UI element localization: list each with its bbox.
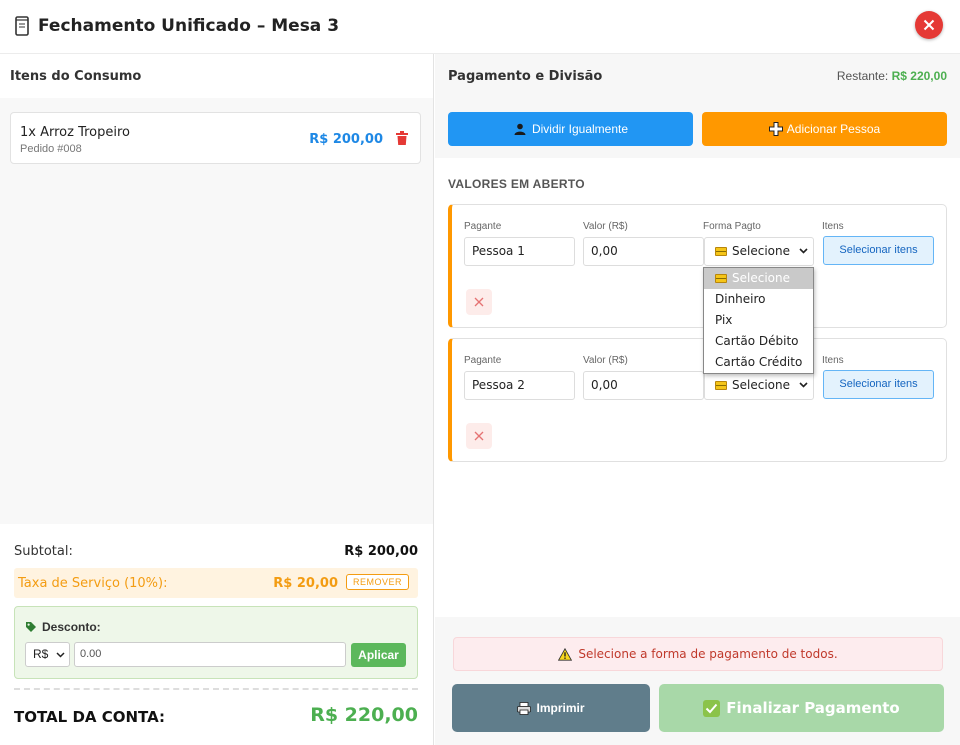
split-equally-button[interactable]: Dividir Igualmente bbox=[448, 112, 693, 146]
remove-payer-button[interactable] bbox=[466, 289, 492, 315]
bill-summary: Subtotal: R$ 200,00 Taxa de Serviço (10%… bbox=[0, 524, 433, 745]
check-icon bbox=[703, 699, 721, 717]
items-panel: Itens do Consumo 1x Arroz Tropeiro Pedid… bbox=[0, 54, 434, 745]
print-button[interactable]: Imprimir bbox=[452, 684, 650, 732]
tag-icon bbox=[26, 622, 36, 632]
split-equally-label: Dividir Igualmente bbox=[531, 122, 629, 136]
finalize-payment-label: Finalizar Pagamento bbox=[726, 699, 900, 717]
chevron-down-icon bbox=[799, 248, 808, 254]
payment-method-dropdown: Selecione Dinheiro Pix Cartão Débito Car… bbox=[703, 267, 814, 374]
dropdown-option-selecione[interactable]: Selecione bbox=[704, 268, 813, 289]
value-label: Valor (R$) bbox=[583, 355, 628, 366]
users-icon bbox=[514, 123, 526, 135]
printer-icon bbox=[517, 701, 532, 715]
payer-value-input[interactable]: 0,00 bbox=[583, 237, 704, 266]
remove-payer-button[interactable] bbox=[466, 423, 492, 449]
list-item: 1x Arroz Tropeiro Pedido #008 R$ 200,00 bbox=[10, 112, 421, 164]
remaining-amount: Restante: R$ 220,00 bbox=[837, 69, 947, 83]
credit-card-icon bbox=[715, 381, 727, 390]
dropdown-option-dinheiro[interactable]: Dinheiro bbox=[704, 289, 813, 310]
close-button[interactable] bbox=[915, 11, 943, 39]
method-label: Forma Pagto bbox=[703, 221, 761, 232]
item-name: 1x Arroz Tropeiro bbox=[20, 125, 130, 140]
subtotal-value: R$ 200,00 bbox=[344, 544, 418, 559]
payment-method-select[interactable]: Selecione bbox=[704, 371, 814, 400]
payer-label: Pagante bbox=[464, 221, 502, 232]
remaining-label: Restante: bbox=[836, 69, 889, 83]
payment-panel: Pagamento e Divisão Restante: R$ 220,00 … bbox=[435, 54, 960, 745]
document-icon bbox=[15, 16, 29, 36]
total-label: TOTAL DA CONTA: bbox=[14, 708, 165, 726]
item-order: Pedido #008 bbox=[20, 143, 82, 155]
discount-title-text: Desconto: bbox=[42, 620, 101, 634]
close-icon bbox=[923, 19, 935, 31]
payer-label: Pagante bbox=[464, 355, 502, 366]
items-label: Itens bbox=[822, 221, 844, 232]
service-fee-label: Taxa de Serviço (10%): bbox=[18, 576, 168, 591]
add-person-label: Adicionar Pessoa bbox=[786, 122, 881, 136]
finalize-payment-button[interactable]: Finalizar Pagamento bbox=[659, 684, 944, 732]
service-fee-value: R$ 20,00 bbox=[273, 576, 338, 591]
warning-text: Selecione a forma de pagamento de todos. bbox=[578, 647, 838, 661]
warning-icon bbox=[558, 647, 573, 661]
chevron-down-icon bbox=[56, 652, 65, 658]
remaining-value: R$ 220,00 bbox=[891, 69, 947, 83]
service-fee-row: Taxa de Serviço (10%): R$ 20,00 REMOVER bbox=[14, 568, 418, 598]
modal-title-text: Fechamento Unificado – Mesa 3 bbox=[38, 16, 340, 36]
credit-card-icon bbox=[715, 274, 727, 283]
payer-name-input[interactable]: Pessoa 2 bbox=[464, 371, 575, 400]
discount-box: Desconto: R$ 0.00 Aplicar bbox=[14, 606, 418, 679]
payer-value-input[interactable]: 0,00 bbox=[583, 371, 704, 400]
subtotal-row: Subtotal: R$ 200,00 bbox=[14, 544, 418, 559]
payment-panel-title: Pagamento e Divisão bbox=[448, 69, 603, 84]
dropdown-option-cartao-credito[interactable]: Cartão Crédito bbox=[704, 352, 813, 373]
credit-card-icon bbox=[715, 247, 727, 256]
add-person-button[interactable]: Adicionar Pessoa bbox=[702, 112, 947, 146]
dropdown-option-label: Selecione bbox=[732, 271, 790, 285]
close-icon bbox=[474, 297, 484, 307]
trash-icon[interactable] bbox=[396, 131, 408, 145]
payment-method-value: Selecione bbox=[732, 378, 790, 392]
payment-panel-header: Pagamento e Divisão Restante: R$ 220,00 … bbox=[435, 54, 960, 158]
open-values-title: VALORES EM ABERTO bbox=[448, 177, 585, 191]
remove-service-fee-button[interactable]: REMOVER bbox=[345, 574, 409, 590]
subtotal-label: Subtotal: bbox=[14, 544, 73, 559]
modal-title: Fechamento Unificado – Mesa 3 bbox=[14, 16, 339, 36]
payer-name-input[interactable]: Pessoa 1 bbox=[464, 237, 575, 266]
item-price: R$ 200,00 bbox=[309, 132, 383, 147]
discount-type-select[interactable]: R$ bbox=[25, 642, 70, 667]
divider bbox=[14, 688, 418, 690]
payment-method-select[interactable]: Selecione bbox=[704, 237, 814, 266]
value-label: Valor (R$) bbox=[583, 221, 628, 232]
modal-header: Fechamento Unificado – Mesa 3 bbox=[0, 0, 960, 54]
apply-discount-button[interactable]: Aplicar bbox=[351, 643, 406, 667]
payment-method-value: Selecione bbox=[732, 244, 790, 258]
total-value: R$ 220,00 bbox=[310, 704, 418, 726]
chevron-down-icon bbox=[799, 382, 808, 388]
items-panel-header: Itens do Consumo bbox=[0, 54, 433, 98]
discount-type-value: R$ bbox=[33, 647, 49, 661]
payer-card: Pagante Valor (R$) Forma Pagto Itens Pes… bbox=[448, 204, 947, 328]
select-items-button[interactable]: Selecionar itens bbox=[823, 236, 934, 265]
dropdown-option-pix[interactable]: Pix bbox=[704, 310, 813, 331]
dropdown-option-cartao-debito[interactable]: Cartão Débito bbox=[704, 331, 813, 352]
close-icon bbox=[474, 431, 484, 441]
payer-card: Pagante Valor (R$) Forma Pagto Itens Pes… bbox=[448, 338, 947, 462]
discount-title: Desconto: bbox=[25, 620, 101, 634]
select-items-button[interactable]: Selecionar itens bbox=[823, 370, 934, 399]
plus-icon bbox=[768, 122, 783, 136]
print-label: Imprimir bbox=[536, 701, 585, 715]
items-panel-title: Itens do Consumo bbox=[10, 69, 142, 84]
items-label: Itens bbox=[822, 355, 844, 366]
discount-input[interactable]: 0.00 bbox=[74, 642, 346, 667]
warning-message: Selecione a forma de pagamento de todos. bbox=[453, 637, 943, 671]
